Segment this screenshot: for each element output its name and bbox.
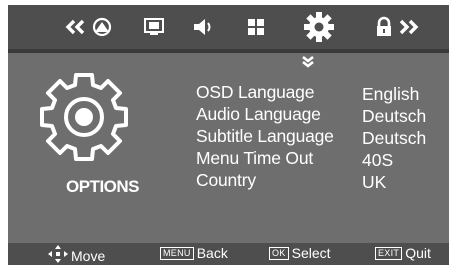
help-back-label: Back xyxy=(196,245,228,261)
help-move: Move xyxy=(48,245,105,266)
screen-icon[interactable] xyxy=(140,13,168,41)
help-quit: EXIT Quit xyxy=(375,245,431,261)
ok-key-icon: OK xyxy=(269,246,289,260)
gear-icon[interactable] xyxy=(302,10,336,44)
menu-item-value: English xyxy=(362,84,420,104)
menu-item-label: OSD Language xyxy=(196,82,315,102)
top-menu-bar xyxy=(8,5,449,49)
menu-item-menu-time-out[interactable]: Menu Time Out 40S xyxy=(196,148,446,170)
left-arrows-icon[interactable] xyxy=(62,13,90,41)
help-move-label: Move xyxy=(71,247,106,264)
sound-icon[interactable] xyxy=(190,13,218,41)
exit-key-icon: EXIT xyxy=(375,246,403,260)
options-panel: OPTIONS OSD Language English Audio Langu… xyxy=(8,53,449,243)
menu-item-subtitle-language[interactable]: Subtitle Language Deutsch xyxy=(196,126,446,148)
help-back: MENU Back xyxy=(160,245,228,261)
menu-item-label: Subtitle Language xyxy=(196,126,334,146)
dpad-icon xyxy=(48,245,68,266)
menu-item-label: Country xyxy=(196,170,256,190)
osd-frame: OPTIONS OSD Language English Audio Langu… xyxy=(8,5,449,265)
menu-item-value: Deutsch xyxy=(362,106,427,126)
options-gear-icon xyxy=(38,71,130,168)
menu-item-value: UK xyxy=(362,172,387,192)
menu-item-value: Deutsch xyxy=(362,128,427,148)
menu-item-label: Audio Language xyxy=(196,104,321,124)
scroll-down-icon[interactable] xyxy=(300,55,316,74)
menu-item-audio-language[interactable]: Audio Language Deutsch xyxy=(196,104,446,126)
help-select-label: Select xyxy=(291,245,331,261)
menu-item-value: 40S xyxy=(362,150,394,170)
page-title: OPTIONS xyxy=(66,177,140,196)
help-select: OK Select xyxy=(269,245,331,261)
help-quit-label: Quit xyxy=(405,245,431,261)
right-arrows-icon[interactable] xyxy=(394,13,422,41)
menu-item-label: Menu Time Out xyxy=(196,148,314,168)
bottom-help-bar: Move MENU Back OK Select EXIT Quit xyxy=(8,243,449,265)
menu-item-osd-language[interactable]: OSD Language English xyxy=(196,82,446,104)
grid-icon[interactable] xyxy=(242,13,270,41)
menu-item-country[interactable]: Country UK xyxy=(196,170,446,192)
menu-key-icon: MENU xyxy=(160,246,194,260)
picture-icon[interactable] xyxy=(88,13,116,41)
